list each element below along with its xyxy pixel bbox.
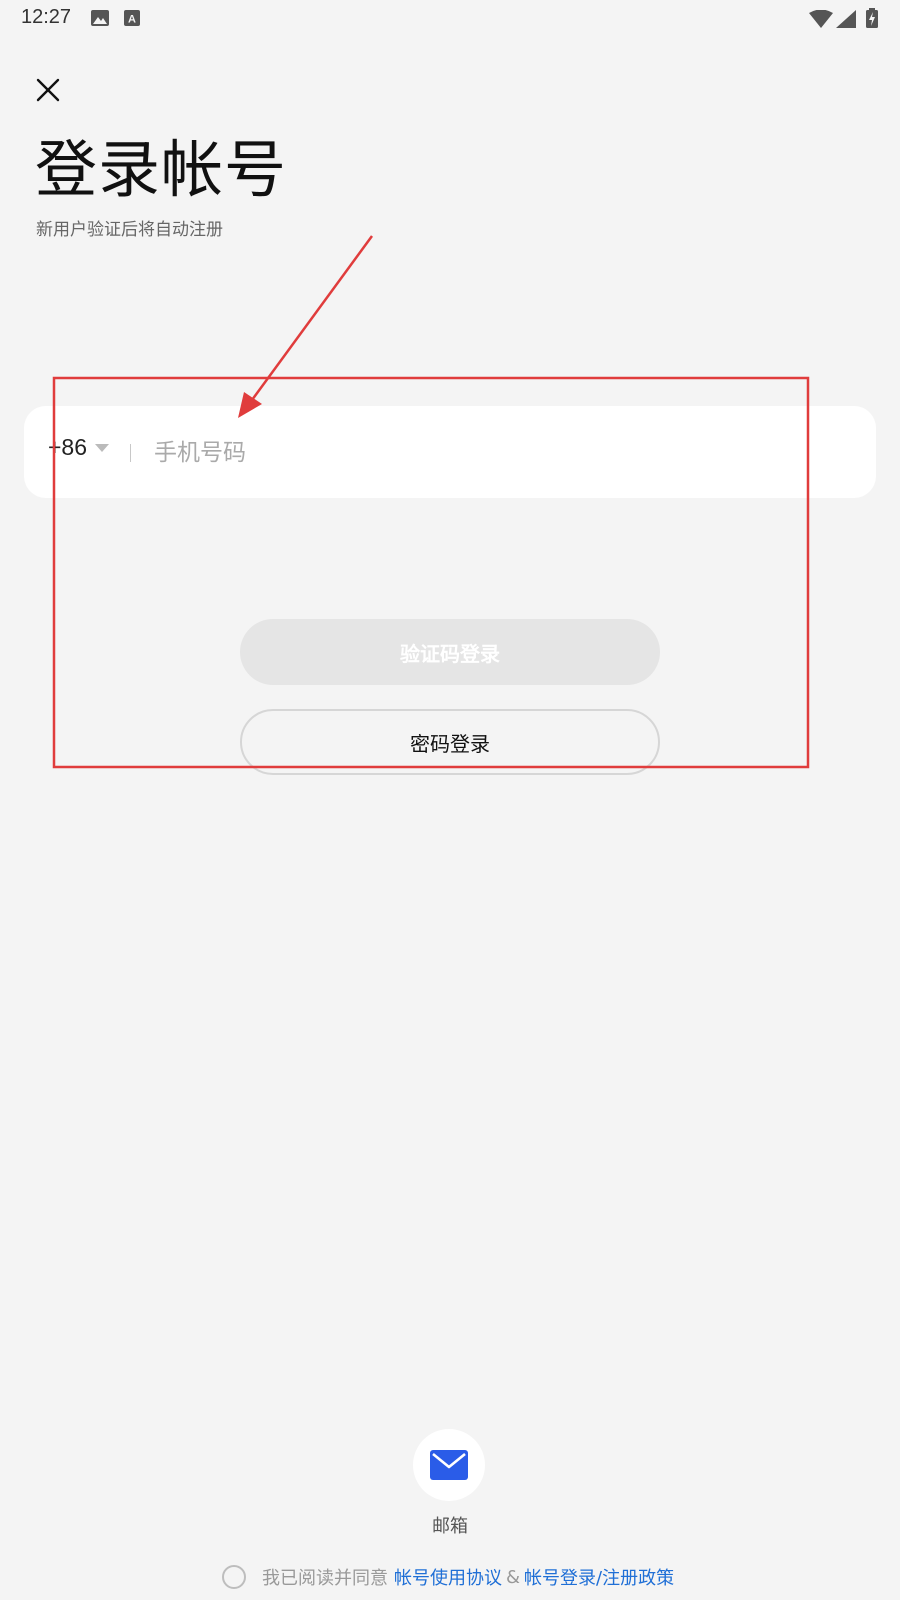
phone-input-card: +86: [24, 406, 876, 498]
country-code-selector[interactable]: +86: [48, 434, 110, 461]
login-policy-link[interactable]: 帐号登录/注册政策: [524, 1564, 674, 1590]
phone-number-input[interactable]: [152, 430, 846, 476]
agree-checkbox[interactable]: [222, 1565, 246, 1589]
keyboard-a-icon: A: [124, 10, 140, 26]
page-subtitle: 新用户验证后将自动注册: [36, 220, 223, 240]
image-icon: [91, 10, 109, 26]
battery-charging-icon: [866, 8, 878, 28]
chevron-down-icon: [95, 443, 110, 452]
annotation-arrow-line: [250, 235, 374, 401]
password-login-button[interactable]: 密码登录: [240, 709, 660, 775]
close-button[interactable]: [30, 72, 66, 108]
status-time: 12:27: [21, 6, 72, 28]
agreement-row: 我已阅读并同意 帐号使用协议 & 帐号登录/注册政策: [222, 1562, 674, 1592]
close-icon: [36, 78, 60, 102]
agreement-ampersand: &: [506, 1566, 521, 1588]
email-login-label: 邮箱: [432, 1516, 468, 1537]
input-divider: [130, 444, 131, 462]
svg-text:A: A: [128, 14, 136, 26]
code-login-button[interactable]: 验证码登录: [240, 619, 660, 685]
account-agreement-link[interactable]: 帐号使用协议: [394, 1564, 502, 1590]
annotation-overlay: [52, 235, 810, 769]
status-bar: 12:27 A: [0, 0, 900, 38]
signal-icon: [836, 10, 856, 28]
wifi-icon: [809, 10, 833, 28]
page-title: 登录帐号: [35, 133, 288, 206]
mail-icon: [430, 1450, 468, 1480]
email-login-button[interactable]: [413, 1429, 485, 1501]
country-code-label: +86: [48, 434, 88, 460]
agreement-prefix: 我已阅读并同意: [262, 1568, 388, 1589]
